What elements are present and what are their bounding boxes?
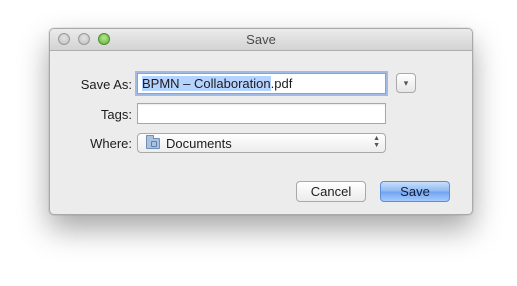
tags-field[interactable] [137, 103, 386, 124]
up-down-arrows-icon: ▲ ▼ [373, 135, 380, 149]
save-button[interactable]: Save [380, 181, 450, 202]
filename-extension-text: .pdf [270, 76, 293, 91]
title-bar[interactable]: Save [50, 29, 472, 51]
save-dialog: Save Save As: BPMN – Collaboration.pdf ▾… [49, 28, 473, 215]
where-popup-button[interactable]: Documents ▲ ▼ [137, 133, 386, 153]
tags-label: Tags: [100, 107, 132, 122]
disclosure-triangle-icon: ▾ [403, 78, 409, 88]
cancel-button[interactable]: Cancel [296, 181, 366, 202]
save-as-label: Save As: [80, 77, 132, 92]
save-as-field[interactable]: BPMN – Collaboration.pdf [137, 73, 386, 94]
where-popup-value: Documents [166, 136, 232, 151]
expand-dialog-button[interactable]: ▾ [396, 73, 416, 93]
selected-filename-text: BPMN – Collaboration [142, 76, 271, 91]
where-label: Where: [90, 136, 132, 151]
folder-icon [146, 135, 160, 149]
window-title: Save [246, 32, 276, 47]
save-as-field-text: BPMN – Collaboration.pdf [142, 76, 292, 91]
